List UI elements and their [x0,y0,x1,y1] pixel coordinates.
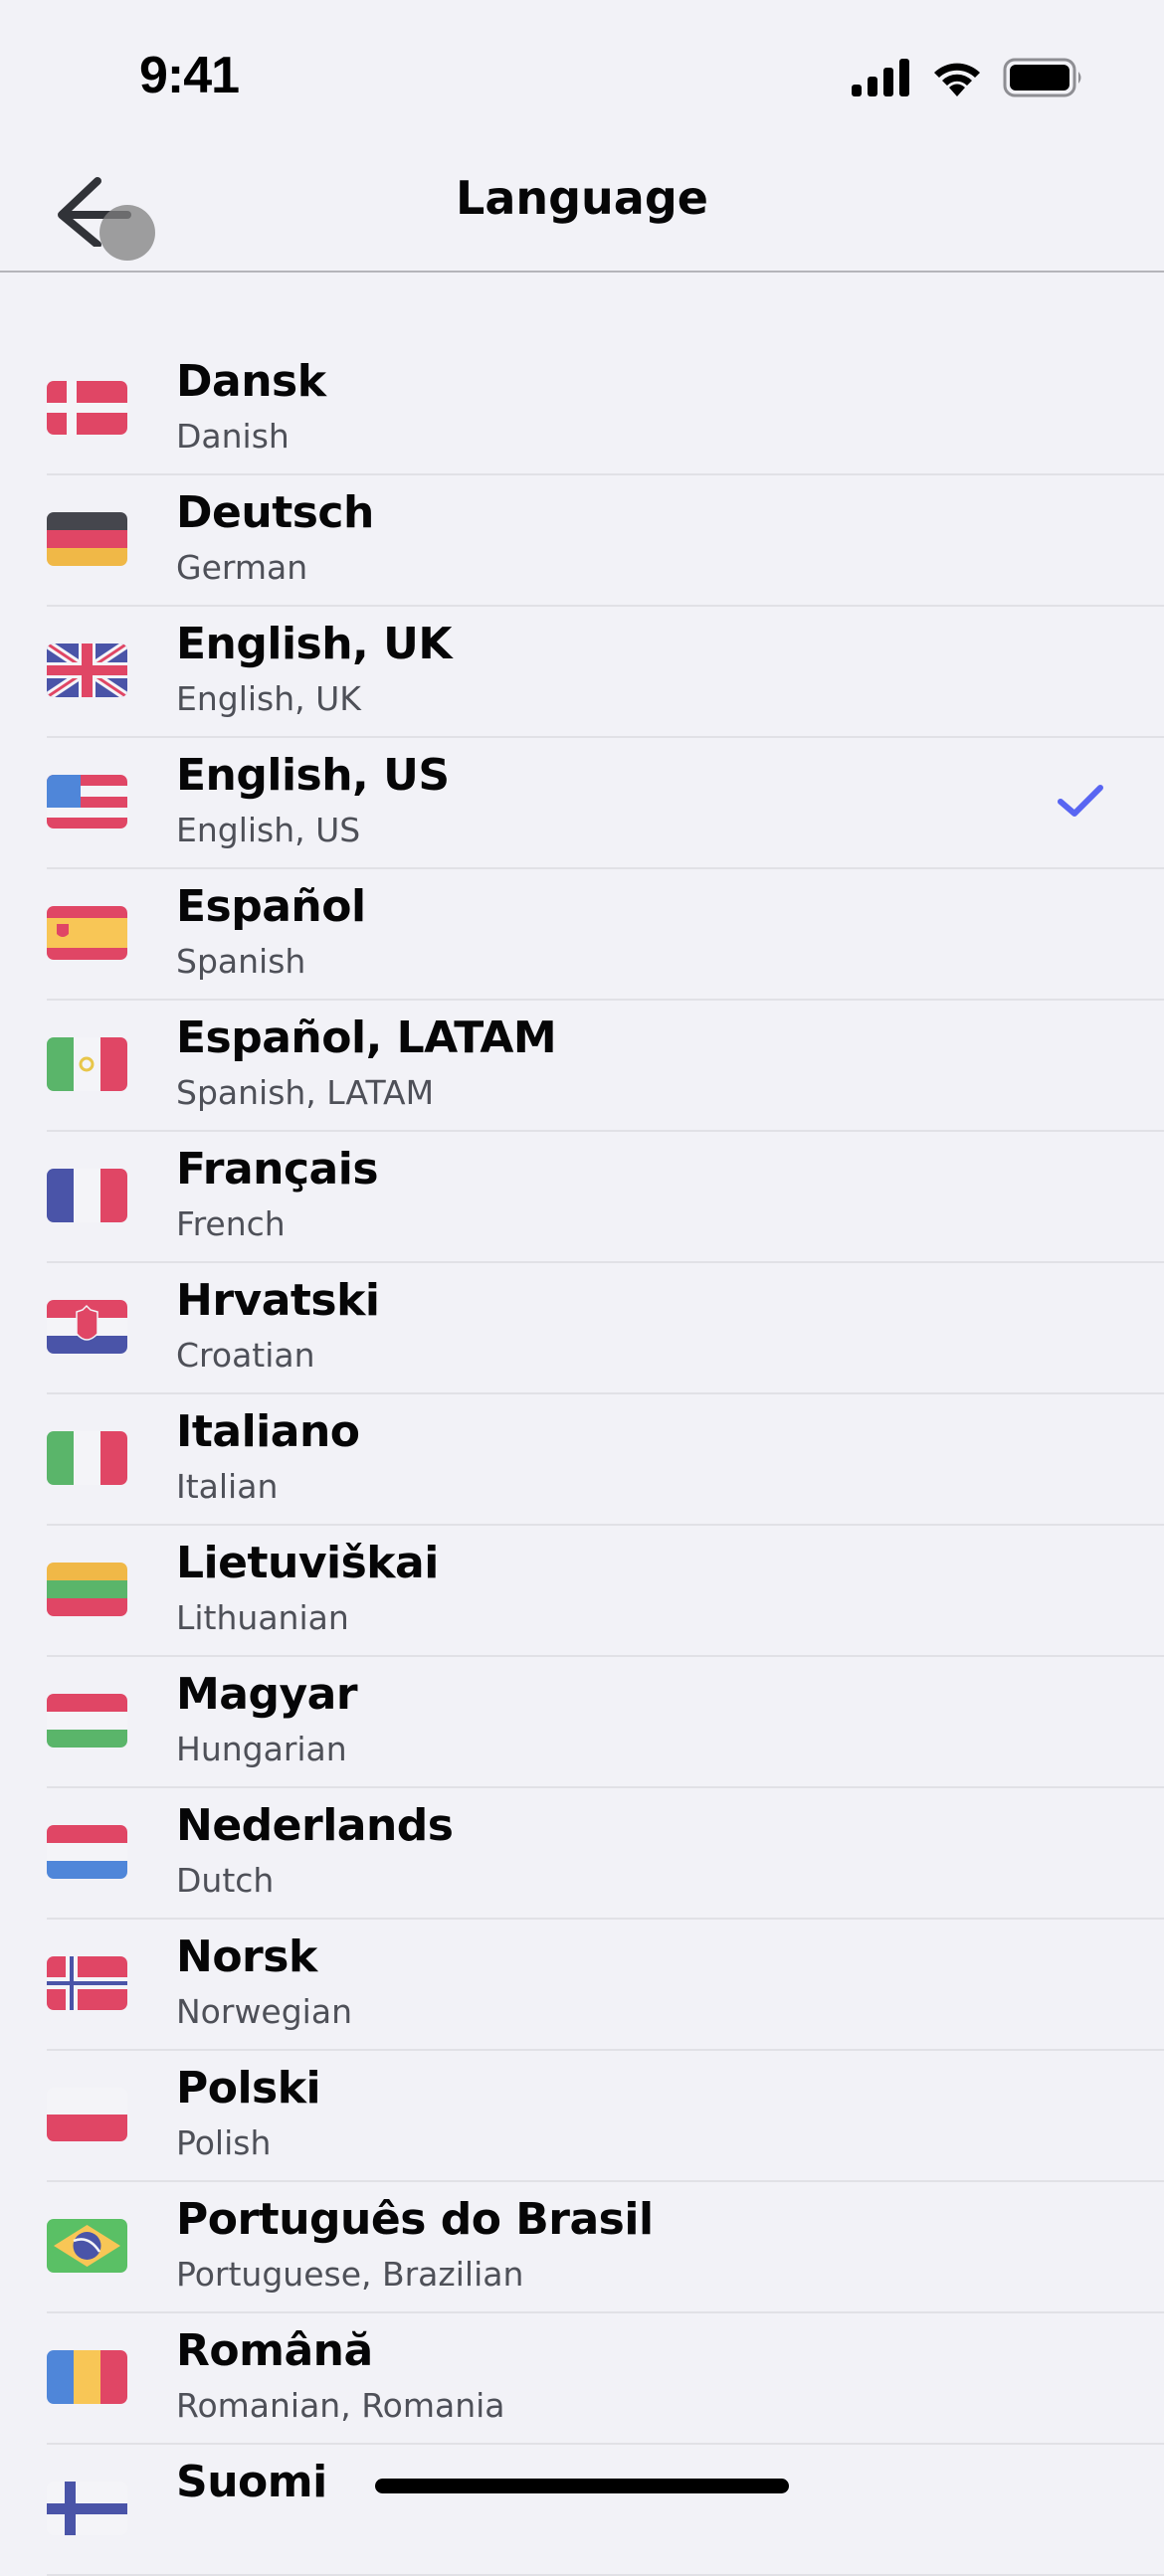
language-english-name: Portuguese, Brazilian [176,2255,524,2294]
language-english-name: Romanian, Romania [176,2386,505,2425]
croatia-flag-icon [47,1300,127,1354]
status-bar: 9:41 [0,0,1164,149]
united-states-flag-icon [47,775,127,828]
language-row-magyar[interactable]: Magyar Hungarian [0,1657,1164,1788]
wifi-icon [934,63,980,96]
language-english-name: Italian [176,1467,279,1506]
language-name: English, US [176,750,450,801]
language-name: Português do Brasil [176,2194,654,2245]
nav-bar: Language [0,149,1164,273]
lithuania-flag-icon [47,1563,127,1616]
language-name: English, UK [176,619,452,669]
germany-flag-icon [47,512,127,566]
norway-flag-icon [47,1956,127,2010]
language-name: Dansk [176,356,326,407]
language-english-name: English, US [176,811,361,849]
language-name: Polski [176,2063,321,2114]
cellular-signal-icon [852,59,909,96]
language-english-name: Croatian [176,1336,315,1375]
language-name: Deutsch [176,487,374,538]
status-icons [852,58,1084,97]
language-row-francais[interactable]: Français French [0,1132,1164,1263]
language-english-name: Norwegian [176,1992,352,2031]
language-row-nederlands[interactable]: Nederlands Dutch [0,1788,1164,1920]
language-row-lietuviskai[interactable]: Lietuviškai Lithuanian [0,1526,1164,1657]
language-name: Norsk [176,1932,317,1982]
language-row-romana[interactable]: Română Romanian, Romania [0,2313,1164,2445]
language-name: Italiano [176,1406,360,1457]
checkmark-icon [1058,785,1103,817]
language-english-name: Spanish [176,942,306,981]
home-indicator[interactable] [375,2479,789,2493]
language-name: Nederlands [176,1800,454,1851]
language-name: Español [176,881,366,932]
language-english-name: Dutch [176,1861,275,1900]
language-row-polski[interactable]: Polski Polish [0,2051,1164,2182]
language-english-name: German [176,548,308,587]
language-english-name: Lithuanian [176,1598,349,1637]
language-row-english-uk[interactable]: English, UK English, UK [0,607,1164,738]
language-row-english-us[interactable]: English, US English, US [0,738,1164,869]
battery-icon [1003,58,1081,97]
language-english-name: English, UK [176,679,361,718]
language-row-norsk[interactable]: Norsk Norwegian [0,1920,1164,2051]
language-english-name: Hungarian [176,1730,347,1768]
language-english-name: French [176,1204,286,1243]
language-english-name: Spanish, LATAM [176,1073,435,1112]
status-time: 9:41 [139,47,240,104]
france-flag-icon [47,1169,127,1222]
language-name: Suomi [176,2457,327,2507]
language-row-deutsch[interactable]: Deutsch German [0,475,1164,607]
language-row-suomi[interactable]: Suomi [0,2445,1164,2576]
denmark-flag-icon [47,381,127,435]
language-list: Dansk Danish Deutsch German English, UK … [0,344,1164,2576]
language-row-espanol-latam[interactable]: Español, LATAM Spanish, LATAM [0,1001,1164,1132]
finland-flag-icon [47,2482,127,2535]
language-english-name: Danish [176,417,290,456]
language-row-dansk[interactable]: Dansk Danish [0,344,1164,475]
page-title: Language [456,171,708,225]
language-row-portugues-do-brasil[interactable]: Português do Brasil Portuguese, Brazilia… [0,2182,1164,2313]
brazil-flag-icon [47,2219,127,2273]
language-row-italiano[interactable]: Italiano Italian [0,1394,1164,1526]
language-row-hrvatski[interactable]: Hrvatski Croatian [0,1263,1164,1394]
language-name: Français [176,1144,379,1195]
spain-flag-icon [47,906,127,960]
hungary-flag-icon [47,1694,127,1748]
language-english-name: Polish [176,2123,272,2162]
united-kingdom-flag-icon [47,644,127,697]
language-name: Español, LATAM [176,1012,557,1063]
language-name: Hrvatski [176,1275,380,1326]
language-name: Lietuviškai [176,1538,439,1588]
italy-flag-icon [47,1431,127,1485]
language-row-espanol[interactable]: Español Spanish [0,869,1164,1001]
poland-flag-icon [47,2088,127,2141]
language-name: Magyar [176,1669,358,1720]
netherlands-flag-icon [47,1825,127,1879]
mexico-flag-icon [47,1037,127,1091]
language-name: Română [176,2325,373,2376]
romania-flag-icon [47,2350,127,2404]
